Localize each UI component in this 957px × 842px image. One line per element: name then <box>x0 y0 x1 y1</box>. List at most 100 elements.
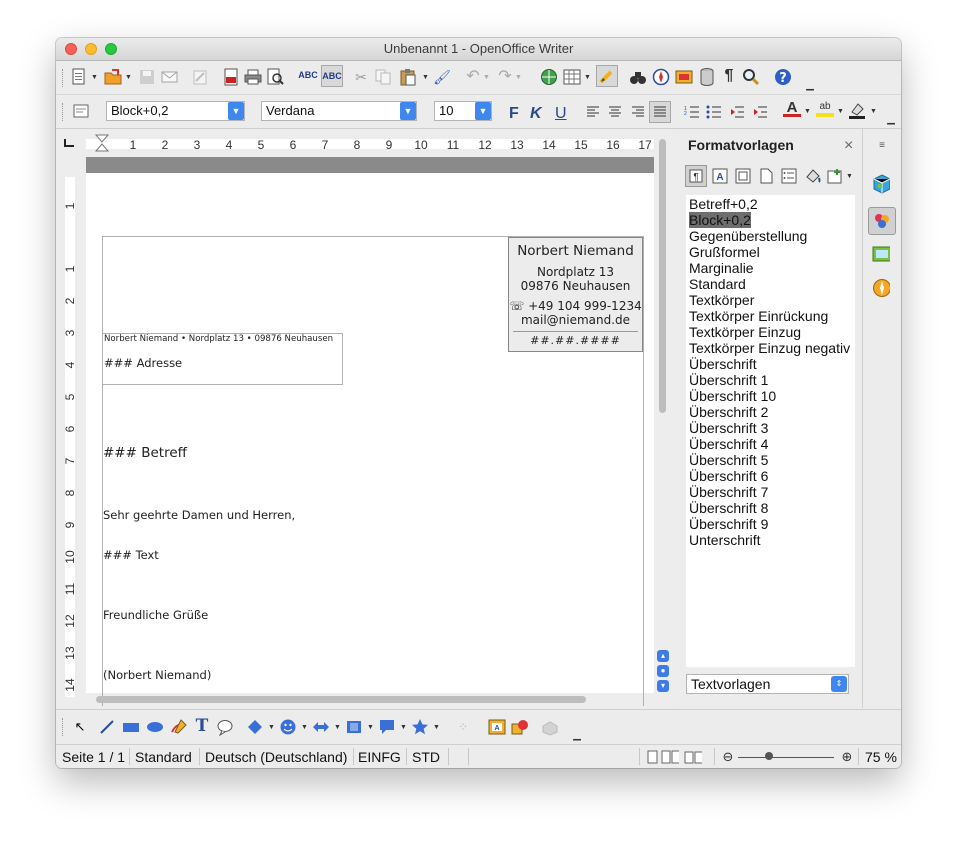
style-filter-select[interactable]: Textvorlagen ⇕ <box>686 674 849 694</box>
chevron-down-icon[interactable]: ▼ <box>268 724 275 731</box>
bold-button[interactable]: F <box>509 105 519 123</box>
chevron-down-icon[interactable]: ▼ <box>400 102 416 120</box>
paragraph-style-select[interactable]: Block+0,2 ▼ <box>106 101 245 121</box>
character-styles-icon[interactable]: A <box>711 167 729 185</box>
page-indicator[interactable]: Seite 1 / 1 <box>62 749 125 765</box>
style-item[interactable]: Überschrift 7 <box>689 484 768 500</box>
book-view-icon[interactable] <box>684 748 702 766</box>
gallery-deck-icon[interactable] <box>872 245 890 263</box>
bullets-icon[interactable] <box>705 103 723 121</box>
chevron-down-icon[interactable]: ▼ <box>422 74 429 81</box>
style-item[interactable]: Überschrift 1 <box>689 372 768 388</box>
style-item[interactable]: Überschrift <box>689 356 757 372</box>
updown-chevron-icon[interactable]: ⇕ <box>831 676 847 692</box>
vertical-ruler[interactable]: 1 1 2 3 4 5 6 7 8 9 10 11 12 13 14 <box>61 177 79 697</box>
styles-formatting-icon[interactable] <box>72 102 90 120</box>
sender-frame[interactable]: Norbert Niemand Nordplatz 13 09876 Neuha… <box>508 237 643 352</box>
style-item[interactable]: Marginalie <box>689 260 754 276</box>
style-item[interactable]: Gegenüberstellung <box>689 228 807 244</box>
rectangle-icon[interactable] <box>122 718 140 736</box>
salutation-line[interactable]: Sehr geehrte Damen und Herren, <box>103 508 295 522</box>
indent-marker-icon[interactable] <box>94 134 110 152</box>
style-item-selected[interactable]: Block+0,2 <box>689 212 751 228</box>
chevron-down-icon[interactable]: ▼ <box>91 74 98 81</box>
list-styles-icon[interactable] <box>780 167 798 185</box>
horizontal-scrollbar-thumb[interactable] <box>96 696 586 703</box>
find-binoculars-icon[interactable] <box>629 68 647 86</box>
toolbar-grip[interactable] <box>62 103 65 121</box>
chevron-down-icon[interactable]: ▼ <box>334 724 341 731</box>
style-item[interactable]: Textkörper Einzug negativ <box>689 340 850 356</box>
zoom-out-icon[interactable]: ⊖ <box>719 748 737 766</box>
select-pointer-icon[interactable]: ↖ <box>71 718 89 736</box>
points-icon[interactable]: ⁘ <box>454 718 472 736</box>
clone-formatting-icon[interactable]: 🖌 <box>433 68 451 86</box>
style-item[interactable]: Textkörper Einrückung <box>689 308 828 324</box>
auto-spellcheck-icon[interactable]: ABC <box>321 65 343 87</box>
table-icon[interactable] <box>563 68 581 86</box>
new-style-icon[interactable] <box>826 167 844 185</box>
chevron-down-icon[interactable]: ▼ <box>837 108 844 115</box>
horizontal-ruler[interactable]: 1 2 3 4 5 6 7 8 9 10 11 12 13 14 15 16 1… <box>86 134 654 152</box>
style-item[interactable]: Überschrift 4 <box>689 436 768 452</box>
new-document-icon[interactable] <box>70 68 88 86</box>
extrusion-icon[interactable] <box>541 718 559 736</box>
print-preview-icon[interactable] <box>266 68 284 86</box>
style-item[interactable]: Überschrift 9 <box>689 516 768 532</box>
chevron-down-icon[interactable]: ▼ <box>483 74 490 81</box>
fontwork-icon[interactable] <box>511 718 529 736</box>
insert-mode-indicator[interactable]: EINFG <box>358 749 401 765</box>
address-frame[interactable]: Norbert Niemand • Nordplatz 13 • 09876 N… <box>102 333 343 385</box>
style-item[interactable]: Textkörper Einzug <box>689 324 801 340</box>
formatting-marks-icon[interactable]: ¶ <box>720 67 738 85</box>
copy-icon[interactable] <box>374 68 392 86</box>
data-sources-icon[interactable] <box>698 68 716 86</box>
chevron-down-icon[interactable]: ▼ <box>475 102 491 120</box>
italic-button[interactable]: K <box>530 105 542 123</box>
style-item[interactable]: Betreff+0,2 <box>689 196 758 212</box>
font-size-select[interactable]: 10 ▼ <box>434 101 492 121</box>
styles-list[interactable]: Betreff+0,2 Block+0,2 Gegenüberstellung … <box>686 195 855 667</box>
align-left-icon[interactable] <box>584 103 602 121</box>
style-item[interactable]: Überschrift 10 <box>689 388 776 404</box>
style-item[interactable]: Überschrift 3 <box>689 420 768 436</box>
justify-icon[interactable] <box>649 101 671 123</box>
block-arrows-icon[interactable] <box>312 718 330 736</box>
navigation-icon[interactable]: ● <box>657 665 669 677</box>
zoom-percentage[interactable]: 75 % <box>865 749 897 765</box>
freeform-line-icon[interactable] <box>170 718 188 736</box>
edit-mode-icon[interactable] <box>191 68 209 86</box>
toolbar-grip[interactable] <box>62 69 65 87</box>
symbol-shapes-icon[interactable] <box>279 718 297 736</box>
fill-format-mode-icon[interactable] <box>804 167 822 185</box>
styles-deck-icon[interactable] <box>868 207 896 235</box>
gallery-icon[interactable] <box>675 68 693 86</box>
navigator-icon[interactable] <box>652 68 670 86</box>
ellipse-icon[interactable] <box>146 718 164 736</box>
background-color-icon[interactable] <box>848 101 866 119</box>
undo-icon[interactable]: ↶ <box>464 68 482 86</box>
increase-indent-icon[interactable] <box>751 103 769 121</box>
hyperlink-globe-icon[interactable] <box>540 68 558 86</box>
address-placeholder[interactable]: ### Adresse <box>104 356 182 370</box>
style-item[interactable]: Überschrift 6 <box>689 468 768 484</box>
underline-button[interactable]: U <box>555 105 567 123</box>
chevron-down-icon[interactable]: ▼ <box>367 724 374 731</box>
basic-shapes-icon[interactable] <box>246 718 264 736</box>
font-name-select[interactable]: Verdana ▼ <box>261 101 417 121</box>
help-icon[interactable]: ? <box>774 68 792 86</box>
style-item[interactable]: Überschrift 8 <box>689 500 768 516</box>
page-style-indicator[interactable]: Standard <box>135 749 192 765</box>
callout-shapes-icon[interactable] <box>378 718 396 736</box>
chevron-down-icon[interactable]: ▼ <box>870 108 877 115</box>
style-item[interactable]: Überschrift 2 <box>689 404 768 420</box>
chevron-down-icon[interactable]: ▼ <box>584 74 591 81</box>
style-item[interactable]: Standard <box>689 276 746 292</box>
paragraph-styles-icon[interactable]: ¶ <box>685 165 707 187</box>
spellcheck-icon[interactable]: ABC <box>298 66 318 84</box>
stars-icon[interactable] <box>411 718 429 736</box>
document-page[interactable]: Norbert Niemand Nordplatz 13 09876 Neuha… <box>86 173 654 706</box>
cut-icon[interactable]: ✂ <box>352 68 370 86</box>
align-center-icon[interactable] <box>606 103 624 121</box>
page-styles-icon[interactable] <box>757 167 775 185</box>
